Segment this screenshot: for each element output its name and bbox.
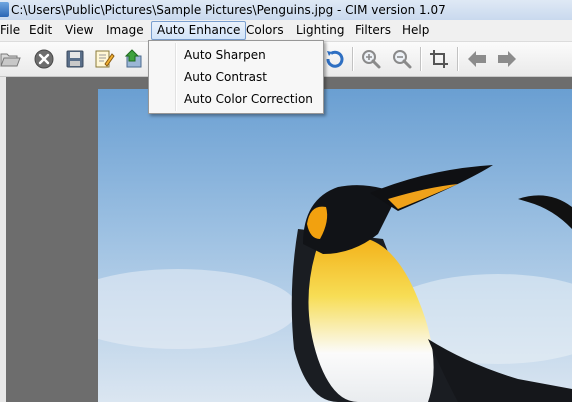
image-canvas[interactable] bbox=[98, 89, 572, 402]
menu-auto-enhance[interactable]: Auto Enhance bbox=[151, 21, 247, 40]
save-icon[interactable] bbox=[64, 48, 86, 70]
forward-arrow-icon[interactable] bbox=[496, 48, 518, 70]
window-title: C:\Users\Public\Pictures\Sample Pictures… bbox=[11, 3, 446, 17]
edit-icon[interactable] bbox=[93, 48, 115, 70]
penguins-image bbox=[98, 89, 572, 402]
title-bar: C:\Users\Public\Pictures\Sample Pictures… bbox=[0, 0, 572, 20]
menu-edit[interactable]: Edit bbox=[24, 22, 57, 39]
workspace-edge bbox=[0, 77, 6, 402]
export-icon[interactable] bbox=[124, 48, 146, 70]
toolbar-separator bbox=[420, 47, 422, 71]
image-workspace bbox=[0, 77, 572, 402]
zoom-out-icon[interactable] bbox=[391, 48, 413, 70]
menu-item-auto-color-correction[interactable]: Auto Color Correction bbox=[184, 89, 313, 109]
menu-file[interactable]: File bbox=[0, 22, 25, 39]
menu-gutter bbox=[175, 43, 177, 111]
menu-item-auto-contrast[interactable]: Auto Contrast bbox=[184, 67, 267, 87]
toolbar-separator bbox=[457, 47, 459, 71]
crop-icon[interactable] bbox=[428, 48, 450, 70]
back-arrow-icon[interactable] bbox=[466, 48, 488, 70]
zoom-in-icon[interactable] bbox=[360, 48, 382, 70]
menu-filters[interactable]: Filters bbox=[350, 22, 396, 39]
menu-help[interactable]: Help bbox=[397, 22, 434, 39]
toolbar-separator bbox=[352, 47, 354, 71]
menu-view[interactable]: View bbox=[60, 22, 98, 39]
app-icon bbox=[0, 2, 9, 17]
menu-colors[interactable]: Colors bbox=[241, 22, 289, 39]
auto-enhance-dropdown: Auto Sharpen Auto Contrast Auto Color Co… bbox=[148, 40, 324, 114]
close-icon[interactable] bbox=[33, 48, 55, 70]
menu-item-auto-sharpen[interactable]: Auto Sharpen bbox=[184, 45, 266, 65]
rotate-icon[interactable] bbox=[324, 48, 346, 70]
open-icon[interactable] bbox=[0, 48, 22, 70]
menu-lighting[interactable]: Lighting bbox=[291, 22, 350, 39]
menu-bar: File Edit View Image Auto Enhance Colors… bbox=[0, 20, 572, 42]
menu-image[interactable]: Image bbox=[101, 22, 149, 39]
